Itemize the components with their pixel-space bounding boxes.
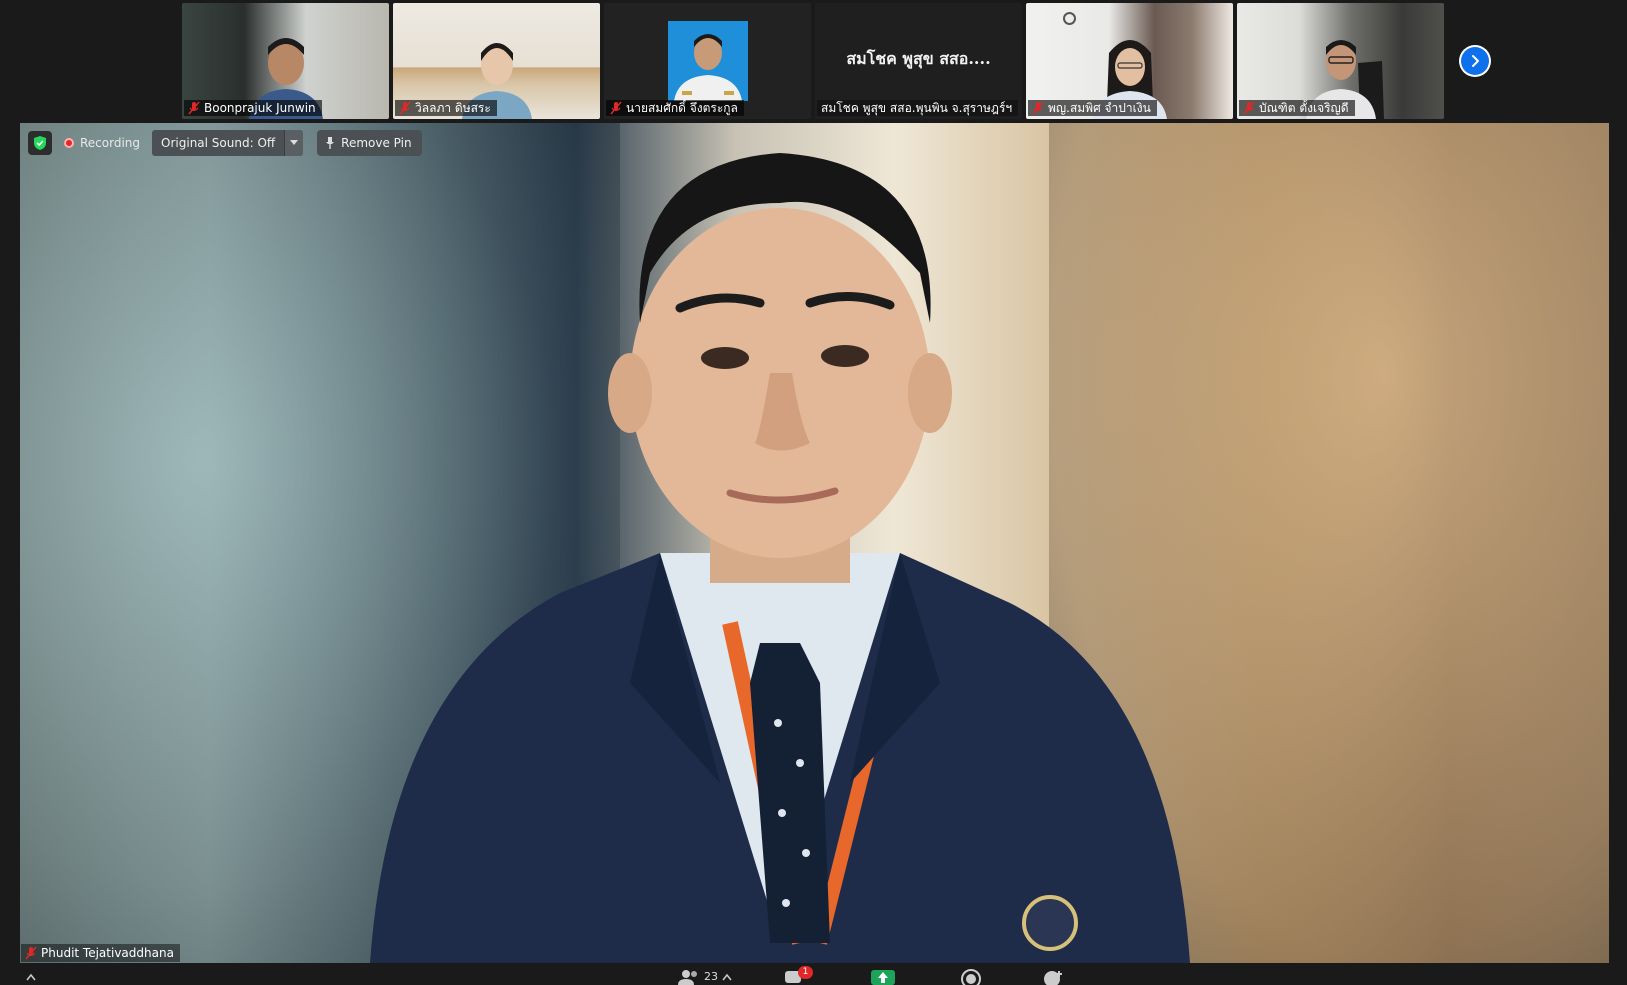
original-sound-toggle[interactable]: Original Sound: Off: [152, 130, 304, 156]
participants-icon: [678, 969, 697, 985]
speaker-video: [370, 153, 1190, 963]
participant-tile[interactable]: นายสมศักดิ์ จึงตระกูล: [604, 3, 811, 119]
record-button-icon: [961, 968, 981, 985]
chevron-down-icon: [290, 140, 299, 145]
participant-nametag: วิลลภา ดิษสระ: [395, 100, 497, 116]
microphone-muted-icon: [1032, 101, 1044, 115]
participant-tile[interactable]: Boonprajuk Junwin: [182, 3, 389, 119]
reactions-icon: [1044, 970, 1062, 985]
original-sound-dropdown[interactable]: [284, 130, 304, 156]
participant-name: พญ.สมพิศ จำปาเงิน: [1048, 100, 1151, 115]
next-page-button[interactable]: [1459, 45, 1491, 77]
participant-name: วิลลภา ดิษสระ: [415, 100, 491, 115]
participants-count: 23: [704, 970, 718, 983]
participant-name: Boonprajuk Junwin: [204, 101, 316, 115]
microphone-muted-icon: [610, 101, 622, 115]
meeting-toolbar: 23: [0, 966, 1627, 985]
share-screen-button[interactable]: [871, 968, 895, 985]
wall-clock: [1063, 12, 1076, 25]
gallery-strip: Boonprajuk Junwin วิลลภา ดิษสระ นายสมศัก…: [0, 0, 1627, 120]
microphone-muted-icon: [399, 101, 411, 115]
record-button[interactable]: [961, 968, 981, 985]
participant-name: บัณฑิต ตั้งเจริญดี: [1259, 100, 1349, 115]
participant-name: สมโชค พูสุข สสอ.พุนพิน จ.สุราษฎร์ฯ: [821, 100, 1013, 115]
record-icon: [64, 138, 74, 148]
participants-button[interactable]: 23: [678, 968, 732, 985]
microphone-muted-icon: [188, 101, 200, 115]
participant-tile[interactable]: วิลลภา ดิษสระ: [393, 3, 600, 119]
pin-icon: [326, 137, 335, 149]
pinned-video[interactable]: [20, 123, 1609, 963]
participant-nametag: Boonprajuk Junwin: [184, 100, 322, 116]
participant-nametag: บัณฑิต ตั้งเจริญดี: [1239, 100, 1355, 116]
participant-nametag: พญ.สมพิศ จำปาเงิน: [1028, 100, 1157, 116]
participant-tile[interactable]: พญ.สมพิศ จำปาเงิน: [1026, 3, 1233, 119]
original-sound-label: Original Sound: Off: [161, 136, 276, 150]
audio-options-caret[interactable]: [26, 968, 36, 985]
chevron-right-icon: [1472, 55, 1479, 67]
shield-check-icon: [34, 136, 46, 150]
chat-unread-badge: 1: [798, 966, 813, 979]
avatar: [668, 21, 748, 101]
participant-nametag: นายสมศักดิ์ จึงตระกูล: [606, 100, 744, 116]
speaker-name: Phudit Tejativaddhana: [41, 946, 174, 960]
chevron-up-icon: [722, 973, 732, 980]
microphone-muted-icon: [25, 946, 37, 960]
share-screen-icon: [871, 969, 895, 985]
security-button[interactable]: [28, 131, 52, 155]
remove-pin-button[interactable]: Remove Pin: [317, 130, 422, 156]
participant-nametag: สมโชค พูสุข สสอ.พุนพิน จ.สุราษฎร์ฯ: [817, 100, 1019, 116]
participant-display-name: สมโชค พูสุข สสอ....: [846, 49, 991, 68]
participant-tile[interactable]: สมโชค พูสุข สสอ.... สมโชค พูสุข สสอ.พุนพ…: [815, 3, 1022, 119]
participant-tile[interactable]: บัณฑิต ตั้งเจริญดี: [1237, 3, 1444, 119]
speaker-nametag: Phudit Tejativaddhana: [21, 944, 180, 962]
remove-pin-label: Remove Pin: [341, 136, 412, 150]
chevron-up-icon: [26, 973, 36, 980]
reactions-button[interactable]: [1043, 968, 1065, 985]
video-overlay-controls: Recording Original Sound: Off Remove Pin: [28, 130, 422, 156]
recording-indicator[interactable]: Recording: [60, 136, 144, 150]
microphone-muted-icon: [1243, 101, 1255, 115]
recording-label: Recording: [80, 136, 141, 150]
participant-name: นายสมศักดิ์ จึงตระกูล: [626, 100, 738, 115]
